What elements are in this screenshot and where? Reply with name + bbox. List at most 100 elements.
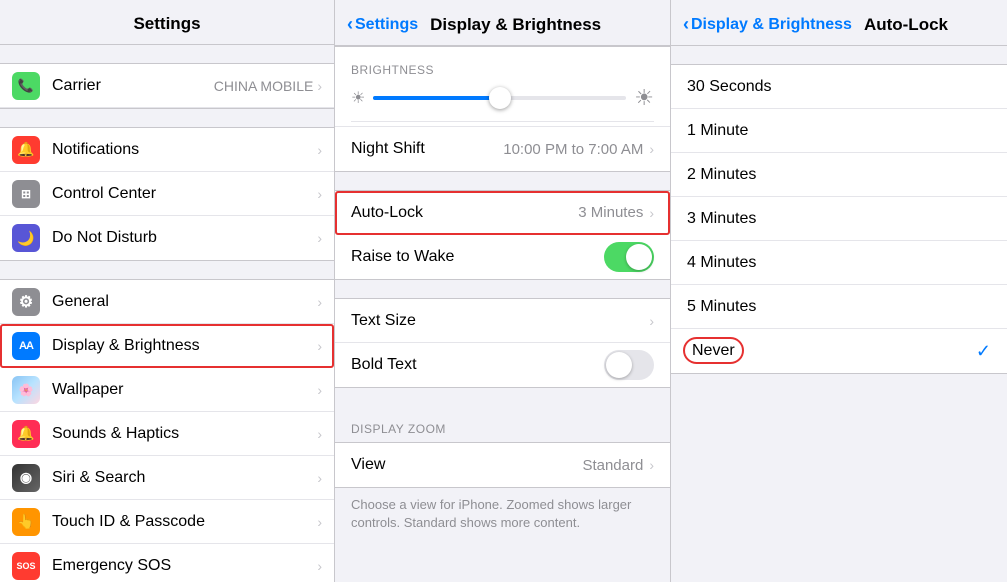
raise-to-wake-label: Raise to Wake bbox=[351, 248, 604, 266]
siri-icon: ◉ bbox=[12, 464, 40, 492]
option-never[interactable]: Never ✓ bbox=[671, 329, 1007, 373]
do-not-disturb-chevron: › bbox=[317, 230, 322, 246]
sounds-label: Sounds & Haptics bbox=[52, 425, 317, 443]
option-5min[interactable]: 5 Minutes bbox=[671, 285, 1007, 329]
panel3-back-button[interactable]: ‹ Display & Brightness bbox=[683, 14, 852, 35]
panel1-title: Settings bbox=[133, 14, 200, 33]
brightness-header: BRIGHTNESS bbox=[351, 55, 654, 81]
sidebar-item-emergency-sos[interactable]: SOS Emergency SOS › bbox=[0, 544, 334, 582]
general-chevron: › bbox=[317, 294, 322, 310]
wallpaper-icon: 🌸 bbox=[12, 376, 40, 404]
display-zoom-group: View Standard › bbox=[335, 442, 670, 488]
option-5min-label: 5 Minutes bbox=[687, 298, 991, 316]
display-brightness-panel: ‹ Settings Display & Brightness BRIGHTNE… bbox=[335, 0, 671, 582]
panel3-back-chevron-icon: ‹ bbox=[683, 14, 689, 35]
night-shift-item[interactable]: Night Shift 10:00 PM to 7:00 AM › bbox=[335, 127, 670, 171]
night-shift-value: 10:00 PM to 7:00 AM bbox=[503, 141, 643, 158]
brightness-fill bbox=[373, 96, 499, 100]
control-center-label: Control Center bbox=[52, 185, 317, 203]
display-zoom-section: DISPLAY ZOOM View Standard › Choose a vi… bbox=[335, 406, 670, 544]
display-zoom-description: Choose a view for iPhone. Zoomed shows l… bbox=[335, 488, 670, 544]
bold-text-item[interactable]: Bold Text bbox=[335, 343, 670, 387]
group2-container: ⚙ General › AA Display & Brightness › bbox=[0, 279, 334, 582]
option-3min-label: 3 Minutes bbox=[687, 210, 991, 228]
general-icon: ⚙ bbox=[12, 288, 40, 316]
brightness-thumb bbox=[489, 87, 511, 109]
sidebar-item-sounds-haptics[interactable]: 🔔 Sounds & Haptics › bbox=[0, 412, 334, 456]
option-never-label: Never bbox=[687, 342, 976, 360]
option-1min[interactable]: 1 Minute bbox=[671, 109, 1007, 153]
auto-lock-panel: ‹ Display & Brightness Auto-Lock 30 Seco… bbox=[671, 0, 1007, 582]
sounds-icon: 🔔 bbox=[12, 420, 40, 448]
option-2min[interactable]: 2 Minutes bbox=[671, 153, 1007, 197]
option-4min[interactable]: 4 Minutes bbox=[671, 241, 1007, 285]
display-brightness-label: Display & Brightness bbox=[52, 337, 317, 355]
notifications-icon: 🔔 bbox=[12, 136, 40, 164]
auto-lock-options-group: 30 Seconds 1 Minute 2 Minutes 3 Minutes … bbox=[671, 64, 1007, 374]
text-size-item[interactable]: Text Size › bbox=[335, 299, 670, 343]
panel3-content: 30 Seconds 1 Minute 2 Minutes 3 Minutes … bbox=[671, 46, 1007, 582]
night-shift-chevron: › bbox=[649, 141, 654, 157]
do-not-disturb-icon: 🌙 bbox=[12, 224, 40, 252]
carrier-chevron: › bbox=[317, 78, 322, 94]
group1-container: 🔔 Notifications › ⊞ Control Center › bbox=[0, 127, 334, 261]
carrier-label: Carrier bbox=[52, 77, 214, 95]
do-not-disturb-label: Do Not Disturb bbox=[52, 229, 317, 247]
panel1-header: Settings bbox=[0, 0, 334, 45]
view-value: Standard bbox=[582, 457, 643, 474]
siri-chevron: › bbox=[317, 470, 322, 486]
text-size-label: Text Size bbox=[351, 312, 649, 330]
carrier-value: CHINA MOBILE bbox=[214, 78, 314, 94]
control-center-chevron: › bbox=[317, 186, 322, 202]
brightness-slider-row[interactable]: ☀ ☀ bbox=[351, 81, 654, 122]
sidebar-item-do-not-disturb[interactable]: 🌙 Do Not Disturb › bbox=[0, 216, 334, 260]
settings-group-2: ⚙ General › AA Display & Brightness › bbox=[0, 279, 334, 582]
carrier-icon: 📞 bbox=[12, 72, 40, 100]
panel3-header: ‹ Display & Brightness Auto-Lock bbox=[671, 0, 1007, 46]
never-checkmark: ✓ bbox=[976, 341, 991, 362]
sidebar-item-touch-id[interactable]: 👆 Touch ID & Passcode › bbox=[0, 500, 334, 544]
raise-to-wake-item[interactable]: Raise to Wake bbox=[335, 235, 670, 279]
wallpaper-label: Wallpaper bbox=[52, 381, 317, 399]
sidebar-item-notifications[interactable]: 🔔 Notifications › bbox=[0, 128, 334, 172]
panel1-content: 📞 Carrier CHINA MOBILE › 🔔 Notifications… bbox=[0, 45, 334, 582]
sos-label: Emergency SOS bbox=[52, 557, 317, 575]
auto-lock-item[interactable]: Auto-Lock 3 Minutes › bbox=[335, 191, 670, 235]
option-3min[interactable]: 3 Minutes bbox=[671, 197, 1007, 241]
text-group: Text Size › Bold Text bbox=[335, 298, 670, 388]
sidebar-item-display-brightness[interactable]: AA Display & Brightness › bbox=[0, 324, 334, 368]
siri-label: Siri & Search bbox=[52, 469, 317, 487]
option-30sec[interactable]: 30 Seconds bbox=[671, 65, 1007, 109]
back-chevron-icon: ‹ bbox=[347, 14, 353, 35]
panel2-title: Display & Brightness bbox=[430, 15, 601, 35]
bold-text-label: Bold Text bbox=[351, 356, 604, 374]
view-chevron: › bbox=[649, 457, 654, 473]
option-4min-label: 4 Minutes bbox=[687, 254, 991, 272]
sidebar-item-general[interactable]: ⚙ General › bbox=[0, 280, 334, 324]
bold-text-toggle[interactable] bbox=[604, 350, 654, 380]
auto-lock-value: 3 Minutes bbox=[578, 204, 643, 221]
option-1min-label: 1 Minute bbox=[687, 122, 991, 140]
panel2-content: BRIGHTNESS ☀ ☀ Night Shift 10:00 PM to 7… bbox=[335, 46, 670, 582]
settings-group-1: 🔔 Notifications › ⊞ Control Center › bbox=[0, 127, 334, 261]
control-center-icon: ⊞ bbox=[12, 180, 40, 208]
raise-to-wake-toggle[interactable] bbox=[604, 242, 654, 272]
sidebar-item-control-center[interactable]: ⊞ Control Center › bbox=[0, 172, 334, 216]
panel2-header: ‹ Settings Display & Brightness bbox=[335, 0, 670, 46]
night-shift-label: Night Shift bbox=[351, 140, 503, 158]
view-item[interactable]: View Standard › bbox=[335, 443, 670, 487]
carrier-item[interactable]: 📞 Carrier CHINA MOBILE › bbox=[0, 64, 334, 108]
option-2min-label: 2 Minutes bbox=[687, 166, 991, 184]
panel3-back-label: Display & Brightness bbox=[691, 16, 852, 34]
text-size-chevron: › bbox=[649, 313, 654, 329]
brightness-track[interactable] bbox=[373, 96, 626, 100]
view-label: View bbox=[351, 456, 582, 474]
sidebar-item-wallpaper[interactable]: 🌸 Wallpaper › bbox=[0, 368, 334, 412]
never-highlight-wrapper: Never bbox=[687, 341, 740, 360]
brightness-group: BRIGHTNESS ☀ ☀ Night Shift 10:00 PM to 7… bbox=[335, 46, 670, 172]
option-30sec-label: 30 Seconds bbox=[687, 78, 991, 96]
notifications-label: Notifications bbox=[52, 141, 317, 159]
sidebar-item-siri-search[interactable]: ◉ Siri & Search › bbox=[0, 456, 334, 500]
touch-id-label: Touch ID & Passcode bbox=[52, 513, 317, 531]
panel2-back-button[interactable]: ‹ Settings bbox=[347, 14, 418, 35]
